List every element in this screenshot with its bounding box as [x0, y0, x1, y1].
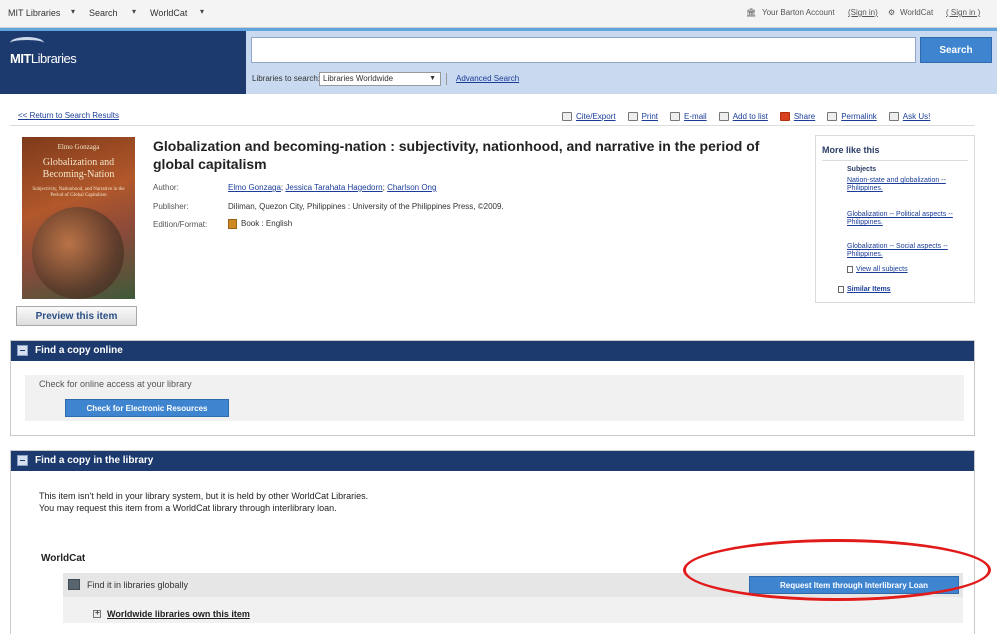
search-button[interactable]: Search	[920, 37, 992, 63]
more-like-this-panel: More like this Subjects Nation-state and…	[815, 135, 975, 303]
collapse-toggle-icon[interactable]	[17, 455, 28, 466]
document-icon	[847, 266, 853, 273]
email-button[interactable]: E-mail	[670, 111, 707, 121]
book-cover-image[interactable]: Elmo Gonzaga Globalization and Becoming-…	[22, 137, 135, 299]
author-label: Author:	[153, 183, 179, 192]
worldcat-heading: WorldCat	[41, 553, 86, 564]
library-availability-text: This item isn't held in your library sys…	[39, 491, 369, 501]
author-list: Elmo Gonzaga; Jessica Tarahata Hagedorn;…	[228, 183, 437, 192]
cover-title: Globalization and Becoming-Nation	[42, 157, 115, 180]
logo-bold: MIT	[10, 51, 31, 66]
subjects-label: Subjects	[847, 166, 877, 173]
section-title: Find a copy online	[35, 345, 123, 356]
more-like-this-heading: More like this	[822, 145, 880, 155]
globe-illustration	[32, 207, 124, 299]
subject-link[interactable]: Globalization -- Social aspects -- Phili…	[847, 243, 975, 259]
find-copy-library-section: Find a copy in the library This item isn…	[10, 450, 975, 634]
find-copy-library-header[interactable]: Find a copy in the library	[11, 451, 974, 471]
publisher-label: Publisher:	[153, 202, 189, 211]
libraries-select[interactable]: Libraries Worldwide ▼	[319, 72, 441, 86]
ask-us-button[interactable]: Ask Us!	[888, 111, 930, 121]
printer-icon	[627, 111, 638, 121]
add-to-list-button[interactable]: Add to list	[718, 111, 768, 121]
document-icon	[838, 286, 844, 293]
collapse-toggle-icon[interactable]	[17, 345, 28, 356]
libraries-select-value: Libraries Worldwide	[323, 74, 394, 83]
request-interlibrary-loan-button[interactable]: Request Item through Interlibrary Loan	[749, 576, 959, 594]
find-globally-row: Find it in libraries globally Request It…	[63, 573, 963, 597]
account-sign-in-link[interactable]: (Sign in)	[848, 8, 878, 17]
nav-worldcat[interactable]: WorldCat	[150, 8, 187, 18]
logo-light: Libraries	[30, 51, 77, 66]
worldcat-globe-icon	[68, 579, 80, 590]
chevron-down-icon: ▼	[429, 75, 436, 82]
item-toolbar: Cite/Export Print E-mail Add to list Sha…	[562, 109, 930, 123]
find-globally-label: Find it in libraries globally	[87, 580, 189, 590]
subject-link[interactable]: Globalization -- Political aspects -- Ph…	[847, 211, 975, 227]
site-header: MITLibraries Search Libraries to search:…	[0, 28, 997, 94]
cite-icon	[562, 111, 572, 121]
cover-author: Elmo Gonzaga	[57, 143, 100, 151]
link-icon	[827, 111, 838, 121]
permalink-button[interactable]: Permalink	[827, 111, 877, 121]
nav-search[interactable]: Search	[89, 8, 118, 18]
print-button[interactable]: Print	[627, 111, 658, 121]
divider	[10, 125, 975, 126]
envelope-icon	[670, 111, 681, 121]
worldcat-account-text: WorldCat	[900, 8, 934, 17]
cover-subtitle: Subjectivity, Nationhood, and Narrative …	[32, 187, 125, 198]
section-title: Find a copy in the library	[35, 455, 154, 466]
preview-item-button[interactable]: Preview this item	[16, 306, 137, 326]
worldwide-libraries-link[interactable]: Worldwide libraries own this item	[93, 608, 250, 619]
divider	[446, 73, 447, 85]
author-link[interactable]: Charlson Ong	[387, 183, 436, 192]
chevron-down-icon[interactable]: ▾	[132, 7, 136, 16]
book-title: Globalization and becoming-nation : subj…	[153, 138, 760, 172]
advanced-search-link[interactable]: Advanced Search	[456, 74, 519, 83]
search-panel: Search Libraries to search: Libraries Wo…	[246, 31, 997, 94]
share-icon	[779, 111, 790, 121]
libraries-to-search-label: Libraries to search:	[252, 74, 321, 83]
find-copy-online-header[interactable]: Find a copy online	[11, 341, 974, 361]
nav-mit-libraries[interactable]: MIT Libraries	[8, 8, 60, 18]
author-link[interactable]: Jessica Tarahata Hagedorn	[285, 183, 382, 192]
account-text: Your Barton Account	[762, 8, 835, 17]
logo-arc-icon	[10, 37, 44, 49]
format-value: Book : English	[228, 219, 292, 229]
author-link[interactable]: Elmo Gonzaga	[228, 183, 281, 192]
chevron-down-icon[interactable]: ▾	[200, 7, 204, 16]
online-access-label: Check for online access at your library	[39, 379, 192, 389]
format-label: Edition/Format:	[153, 220, 208, 229]
divider	[822, 160, 968, 161]
search-input[interactable]	[251, 37, 916, 63]
expand-plus-icon	[93, 608, 101, 618]
worldcat-icon: ⚙	[888, 8, 896, 17]
publisher-value: Diliman, Quezon City, Philippines : Univ…	[228, 202, 504, 211]
chevron-down-icon[interactable]: ▾	[71, 7, 75, 16]
view-all-subjects-link[interactable]: View all subjects	[847, 266, 908, 273]
similar-items-link[interactable]: Similar Items	[838, 286, 891, 293]
interlibrary-loan-text: You may request this item from a WorldCa…	[39, 503, 337, 513]
check-electronic-resources-button[interactable]: Check for Electronic Resources	[65, 399, 229, 417]
online-access-box: Check for online access at your library …	[25, 375, 964, 421]
book-icon	[228, 219, 237, 229]
share-button[interactable]: Share	[779, 111, 815, 121]
return-to-results-link[interactable]: << Return to Search Results	[18, 111, 119, 120]
top-nav: MIT Libraries ▾ Search ▾ WorldCat ▾ 🏛 Yo…	[0, 0, 997, 28]
chat-bubble-icon	[888, 111, 899, 121]
worldcat-sign-in-link[interactable]: ( Sign in )	[946, 8, 980, 17]
subject-link[interactable]: Nation-state and globalization -- Philip…	[847, 177, 975, 193]
cite-export-button[interactable]: Cite/Export	[562, 111, 616, 121]
building-icon: 🏛	[746, 8, 757, 17]
find-copy-online-section: Find a copy online Check for online acce…	[10, 340, 975, 436]
list-icon	[718, 111, 729, 121]
